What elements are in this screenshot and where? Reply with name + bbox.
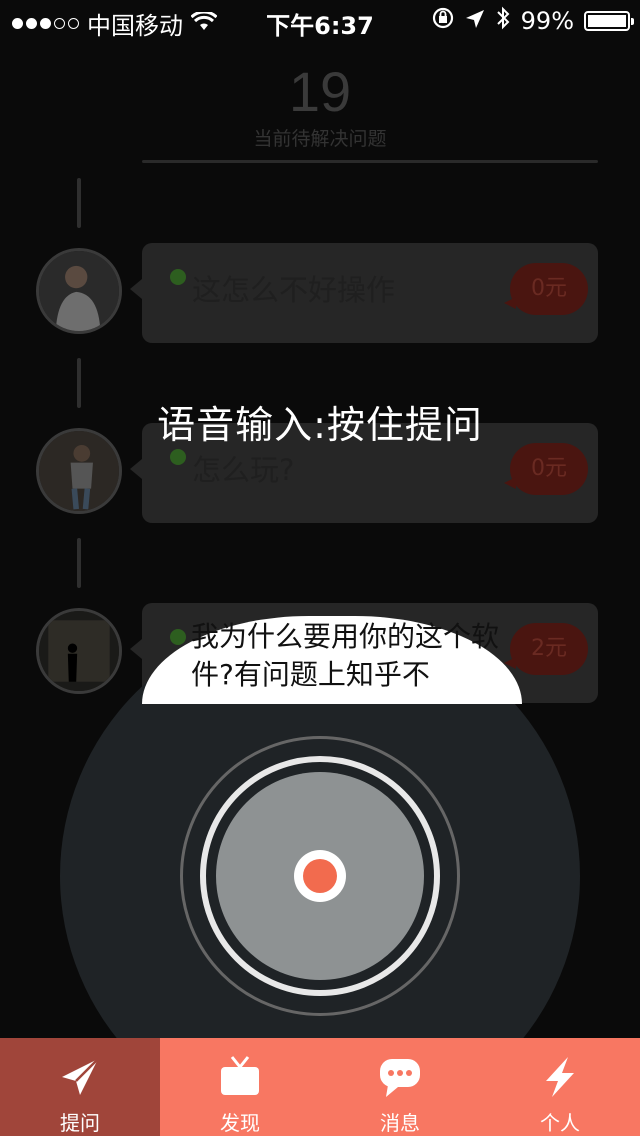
status-dot <box>170 269 186 285</box>
timeline-line <box>77 178 81 228</box>
tab-ask[interactable]: 提问 <box>0 1038 160 1136</box>
timeline-line <box>77 538 81 588</box>
pending-label: 当前待解决问题 <box>253 128 387 150</box>
rotation-lock-icon <box>431 6 455 36</box>
question-text: 怎么玩? <box>192 453 295 487</box>
price-badge: 2元 <box>504 623 588 675</box>
voice-input-hint: 语音输入:按住提问 <box>157 403 483 447</box>
tv-icon <box>217 1054 263 1099</box>
chat-bubble-icon <box>377 1054 423 1099</box>
pending-counter: 19 当前待解决问题 <box>0 62 640 151</box>
tab-label: 消息 <box>380 1111 420 1135</box>
bluetooth-icon <box>495 6 511 36</box>
status-dot <box>170 629 186 645</box>
header-divider <box>142 160 598 163</box>
paper-plane-icon <box>57 1054 103 1099</box>
avatar[interactable] <box>36 248 122 334</box>
battery-icon <box>584 11 634 31</box>
record-dot <box>303 859 337 893</box>
lightning-icon <box>537 1054 583 1099</box>
battery-percent: 99% <box>520 7 574 35</box>
question-text: 这怎么不好操作 <box>192 273 396 307</box>
question-card[interactable]: 这怎么不好操作 0元 <box>130 243 598 343</box>
pending-count: 19 <box>288 60 352 123</box>
price-badge: 0元 <box>504 263 588 315</box>
tab-profile[interactable]: 个人 <box>480 1038 640 1136</box>
tab-bar: 提问 发现 消息 个人 <box>0 1038 640 1136</box>
tab-discover[interactable]: 发现 <box>160 1038 320 1136</box>
question-text: 我为什么要用你的这个软件?有问题上知乎不 <box>191 620 500 691</box>
location-icon <box>465 7 485 35</box>
tab-label: 个人 <box>540 1111 580 1135</box>
tab-messages[interactable]: 消息 <box>320 1038 480 1136</box>
price-badge: 0元 <box>504 443 588 495</box>
tab-label: 发现 <box>220 1111 260 1135</box>
status-dot <box>170 449 186 465</box>
avatar[interactable] <box>36 608 122 694</box>
status-right: 99% <box>431 6 634 36</box>
tab-label: 提问 <box>60 1111 100 1135</box>
status-bar: 中国移动 下午6:37 99% <box>0 0 640 40</box>
